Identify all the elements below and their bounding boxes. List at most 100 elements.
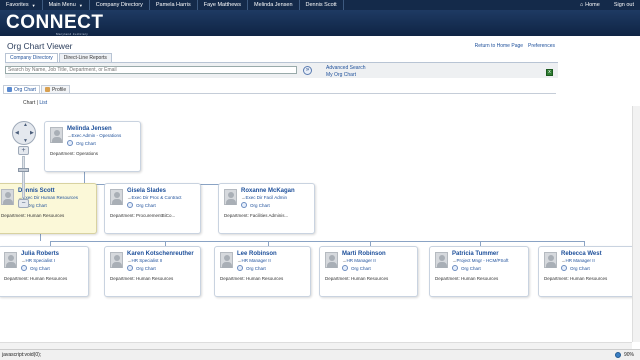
org-chart-icon xyxy=(127,265,133,271)
zoom-in-icon[interactable]: + xyxy=(18,146,29,155)
org-chart-icon xyxy=(127,202,133,208)
org-card-julia-roberts[interactable]: Julia Roberts HR Specialist I Org Chart … xyxy=(0,246,89,297)
person-title: Exec Admin - Operations xyxy=(67,133,122,138)
nav-main-menu[interactable]: Main Menu ▼ xyxy=(43,0,90,10)
avatar xyxy=(1,189,14,205)
org-chart-button[interactable]: Org Chart xyxy=(127,202,156,208)
person-name[interactable]: Marti Robinson xyxy=(342,251,386,257)
avatar xyxy=(4,252,17,268)
person-name[interactable]: Rebecca West xyxy=(561,251,602,257)
connect-logo: CONNECT xyxy=(6,12,104,33)
org-chart-canvas[interactable]: Melinda Jensen Exec Admin - Operations O… xyxy=(0,106,632,342)
org-card-karen-kotschenreuther[interactable]: Karen Kotschenreuther HR Specialist II O… xyxy=(104,246,201,297)
tab-direct-line-reports[interactable]: Direct-Line Reports xyxy=(58,53,112,62)
person-name[interactable]: Lee Robinson xyxy=(237,251,277,257)
org-card-gisela-slades[interactable]: Gisela Slades Exec Dir Proc & Contract O… xyxy=(104,183,201,234)
tab-profile[interactable]: Profile xyxy=(40,85,71,93)
tab-company-directory[interactable]: Company Directory xyxy=(5,53,58,62)
nav-dennis-scott[interactable]: Dennis Scott xyxy=(300,0,344,10)
vertical-scrollbar[interactable] xyxy=(632,106,640,342)
person-department: Department: Human Resources xyxy=(325,276,389,281)
person-name[interactable]: Melinda Jensen xyxy=(67,126,112,132)
preferences-link[interactable]: Preferences xyxy=(528,43,555,49)
org-chart-icon xyxy=(21,265,27,271)
org-card-patricia-tummer[interactable]: Patricia Tummer Project Mngr - HCM/PSoft… xyxy=(429,246,529,297)
org-card-roxanne-mckagan[interactable]: Roxanne McKagan Exec Dir Facil Admin Org… xyxy=(218,183,315,234)
person-department: Department: Facilities Adminis... xyxy=(224,213,289,218)
org-chart-button[interactable]: Org Chart xyxy=(21,265,50,271)
person-title: HR Manager II xyxy=(237,258,271,263)
org-chart-button[interactable]: Org Chart xyxy=(127,265,156,271)
my-org-chart-link[interactable]: My Org Chart xyxy=(326,72,365,79)
org-card-marti-robinson[interactable]: Marti Robinson HR Manager II Org Chart D… xyxy=(319,246,418,297)
person-department: Department: Human Resources xyxy=(544,276,608,281)
person-title: HR Specialist II xyxy=(127,258,163,263)
zoom-out-icon[interactable]: − xyxy=(18,199,29,208)
pan-control-icon[interactable]: ▲ ▼ ◀ ▶ xyxy=(12,121,36,145)
sign-out-link[interactable]: Sign out xyxy=(606,2,640,8)
return-home-link[interactable]: Return to Home Page xyxy=(475,43,523,49)
person-name[interactable]: Gisela Slades xyxy=(127,188,166,194)
person-name[interactable]: Karen Kotschenreuther xyxy=(127,251,194,257)
zoom-thumb[interactable] xyxy=(18,168,29,172)
org-card-rebecca-west[interactable]: Rebecca West HR Manager II Org Chart Dep… xyxy=(538,246,632,297)
chevron-down-icon: ▼ xyxy=(31,2,36,8)
person-title: Exec Dir Proc & Contract xyxy=(127,195,182,200)
globe-icon xyxy=(614,352,621,358)
home-icon: ⌂ xyxy=(579,2,584,8)
search-bar: » Advanced Search My Org Chart x xyxy=(5,62,558,78)
person-title: Exec Dir Facil Admin xyxy=(241,195,288,200)
search-input[interactable] xyxy=(5,66,297,74)
horizontal-scrollbar[interactable] xyxy=(0,342,632,349)
pan-up-icon[interactable]: ▲ xyxy=(23,123,28,128)
org-card-melinda-jensen[interactable]: Melinda Jensen Exec Admin - Operations O… xyxy=(44,121,141,172)
top-navigation-bar: Favorites ▼ Main Menu ▼ Company Directory … xyxy=(0,0,640,10)
zoom-slider[interactable]: + − xyxy=(18,146,29,208)
tab-org-chart[interactable]: Org Chart xyxy=(3,85,40,93)
nav-pamela-harris[interactable]: Pamela Harris xyxy=(150,0,198,10)
org-chart-icon xyxy=(452,265,458,271)
avatar xyxy=(50,127,63,143)
nav-favorites[interactable]: Favorites ▼ xyxy=(0,0,43,10)
advanced-search-link[interactable]: Advanced Search xyxy=(326,65,365,72)
org-card-dennis-scott[interactable]: Dennis Scott Exec Dir Human Resources Or… xyxy=(0,183,97,234)
avatar xyxy=(110,189,123,205)
excel-icon[interactable]: x xyxy=(546,69,553,76)
person-name[interactable]: Julia Roberts xyxy=(21,251,59,257)
brand-banner: CONNECT Maryland Judiciary xyxy=(0,10,640,36)
avatar xyxy=(224,189,237,205)
pan-right-icon[interactable]: ▶ xyxy=(30,131,34,136)
nav-faye-matthews[interactable]: Faye Matthews xyxy=(198,0,248,10)
org-chart-button[interactable]: Org Chart xyxy=(241,202,270,208)
org-chart-button[interactable]: Org Chart xyxy=(561,265,590,271)
org-chart-icon xyxy=(561,265,567,271)
directory-tabs: Company Directory Direct-Line Reports xyxy=(5,53,113,62)
org-chart-button[interactable]: Org Chart xyxy=(67,140,96,146)
person-department: Department: Human Resources xyxy=(110,276,174,281)
org-chart-icon xyxy=(342,265,348,271)
brand-subtitle: Maryland Judiciary xyxy=(56,32,89,36)
zoom-level[interactable]: 90% xyxy=(614,350,634,360)
pan-left-icon[interactable]: ◀ xyxy=(15,131,19,136)
page-title: Org Chart Viewer xyxy=(7,41,73,51)
person-title: HR Specialist I xyxy=(21,258,56,263)
org-chart-button[interactable]: Org Chart xyxy=(452,265,481,271)
search-go-icon[interactable]: » xyxy=(303,66,312,75)
org-chart-button[interactable]: Org Chart xyxy=(342,265,371,271)
top-links: Return to Home Page Preferences xyxy=(475,43,555,49)
person-title: HR Manager II xyxy=(561,258,595,263)
chevron-down-icon: ▼ xyxy=(78,2,83,8)
org-chart-icon xyxy=(237,265,243,271)
nav-company-directory[interactable]: Company Directory xyxy=(90,0,150,10)
person-name[interactable]: Roxanne McKagan xyxy=(241,188,295,194)
zoom-track[interactable] xyxy=(22,156,25,198)
nav-melinda-jensen[interactable]: Melinda Jensen xyxy=(248,0,300,10)
home-link[interactable]: ⌂ Home xyxy=(574,2,606,8)
person-name[interactable]: Patricia Tummer xyxy=(452,251,499,257)
pan-down-icon[interactable]: ▼ xyxy=(23,139,28,144)
org-chart-button[interactable]: Org Chart xyxy=(237,265,266,271)
person-department: Department: Operations xyxy=(50,151,99,156)
status-text: javascript:void(0); xyxy=(2,352,42,358)
org-card-lee-robinson[interactable]: Lee Robinson HR Manager II Org Chart Dep… xyxy=(214,246,311,297)
person-department: Department: Human Resources xyxy=(1,213,65,218)
